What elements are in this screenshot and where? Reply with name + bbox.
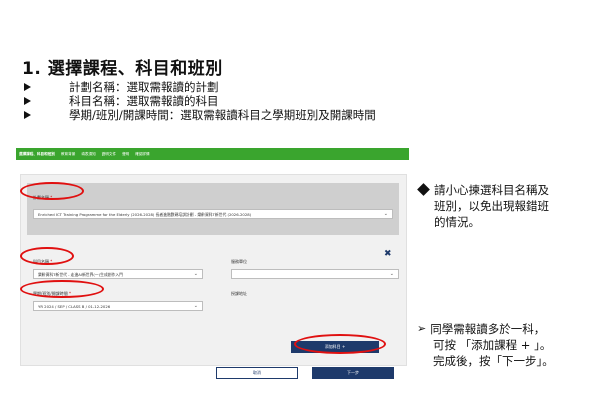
arrow-bullet-icon [24, 111, 31, 119]
chevron-down-icon: ⌄ [389, 271, 394, 277]
list-item: 學期/班別/開課時間：選取需報讀科目之學期班別及開課時間 [24, 108, 376, 122]
nav-step-notes[interactable]: 填表須知 [81, 152, 95, 157]
nav-step-course[interactable]: 選擇課程、科目和班別 [19, 152, 55, 157]
note-text: 可按 「添加課程 + 」。 [433, 338, 552, 352]
chevron-down-icon: ⌄ [383, 211, 388, 217]
multi-subject-note: ➢ 同學需報讀多於一科， 可按 「添加課程 + 」。 完成後，按「下一步」。 [417, 321, 554, 369]
pointer-bullet-icon: ➢ [417, 322, 427, 335]
note-text: 的情況。 [434, 215, 480, 229]
subject-select[interactable]: 樂齡資科T新世代 - 走進AI新世界(一)生成創作入門 ⌄ [33, 269, 203, 279]
arrow-bullet-icon [24, 97, 31, 105]
note-text: 請小心揀選科目名稱及 [434, 183, 549, 197]
note-text: 完成後，按「下一步」。 [433, 354, 554, 368]
note-text: 同學需報讀多於一科， [430, 322, 546, 336]
bullet-text: 計劃名稱：選取需報讀的計劃 [69, 80, 219, 94]
cancel-button[interactable]: 取消 [216, 367, 298, 379]
chevron-down-icon: ⌄ [193, 303, 198, 309]
highlight-circle-term [20, 280, 104, 298]
remove-subject-icon[interactable]: ✖ [384, 249, 392, 259]
nav-step-education[interactable]: 教育背景 [61, 152, 75, 157]
bullet-text: 學期/班別/開課時間：選取需報讀科目之學期班別及開課時間 [69, 108, 376, 122]
section-heading: 1. 選擇課程、科目和班別 [22, 59, 223, 79]
note-text: 班別，以免出現報錯班 [434, 199, 549, 213]
plan-select[interactable]: Enriched ICT Training Programme for the … [33, 209, 393, 219]
nav-step-confirm[interactable]: 確認詳情 [135, 152, 149, 157]
term-select[interactable]: YR 2024 / SEP / CLASS B / 01-12-2026 ⌄ [33, 301, 203, 311]
list-item: 計劃名稱：選取需報讀的計劃 [24, 80, 376, 94]
form-screenshot: 選擇課程、科目和班別 教育背景 填表須知 證明文件 聲明 確認詳情 計劃名稱 *… [16, 148, 409, 380]
next-button[interactable]: 下一步 [312, 367, 394, 379]
arrow-bullet-icon [24, 83, 31, 91]
service-centre-label: 服務單位 [231, 259, 247, 264]
chevron-down-icon: ⌄ [193, 271, 198, 277]
highlight-circle-plan [20, 182, 84, 200]
highlight-circle-subject [20, 247, 74, 265]
bullet-text: 科目名稱：選取需報讀的科目 [69, 94, 219, 108]
highlight-circle-add [294, 334, 386, 354]
caution-note: 請小心揀選科目名稱及 班別，以免出現報錯班 的情況。 [417, 182, 549, 230]
address-label: 授課地址 [231, 291, 247, 296]
service-centre-select[interactable]: ⌄ [231, 269, 399, 279]
nav-step-documents[interactable]: 證明文件 [102, 152, 116, 157]
nav-step-declaration[interactable]: 聲明 [122, 152, 129, 157]
diamond-bullet-icon [417, 183, 430, 196]
list-item: 科目名稱：選取需報讀的科目 [24, 94, 376, 108]
step-nav-bar: 選擇課程、科目和班別 教育背景 填表須知 證明文件 聲明 確認詳情 [16, 148, 409, 160]
instruction-list: 計劃名稱：選取需報讀的計劃 科目名稱：選取需報讀的科目 學期/班別/開課時間：選… [24, 80, 376, 122]
